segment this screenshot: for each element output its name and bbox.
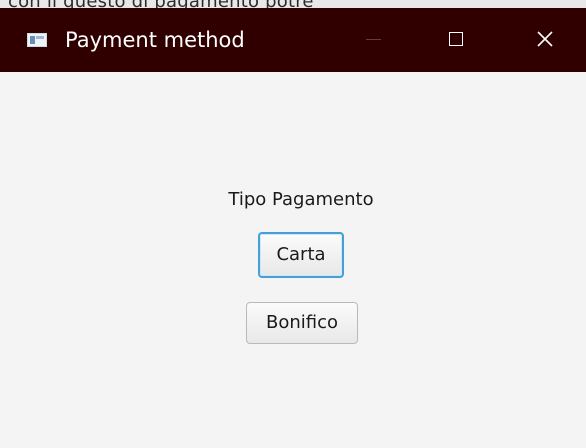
- close-icon: [537, 31, 553, 47]
- bank-transfer-button[interactable]: Bonifico: [246, 302, 358, 344]
- application-window-icon: [27, 33, 47, 47]
- application-window-icon-sidebar: [30, 36, 35, 44]
- maximize-icon: [449, 32, 463, 46]
- close-button[interactable]: [512, 8, 576, 72]
- window-title: Payment method: [65, 28, 245, 52]
- application-window-icon-header: [36, 36, 44, 39]
- screen: con il questo di pagamento potre Payment…: [0, 0, 586, 448]
- maximize-button[interactable]: [426, 8, 490, 72]
- payment-content-area: Tipo Pagamento Carta Bonifico: [0, 72, 586, 448]
- window-titlebar[interactable]: Payment method: [0, 8, 586, 72]
- card-payment-button[interactable]: Carta: [258, 232, 344, 278]
- minimize-icon: [366, 39, 381, 40]
- payment-type-label: Tipo Pagamento: [228, 189, 374, 210]
- payment-method-window: Payment method Tipo Pagamento Carta Boni…: [0, 8, 586, 448]
- minimize-button[interactable]: [344, 8, 408, 72]
